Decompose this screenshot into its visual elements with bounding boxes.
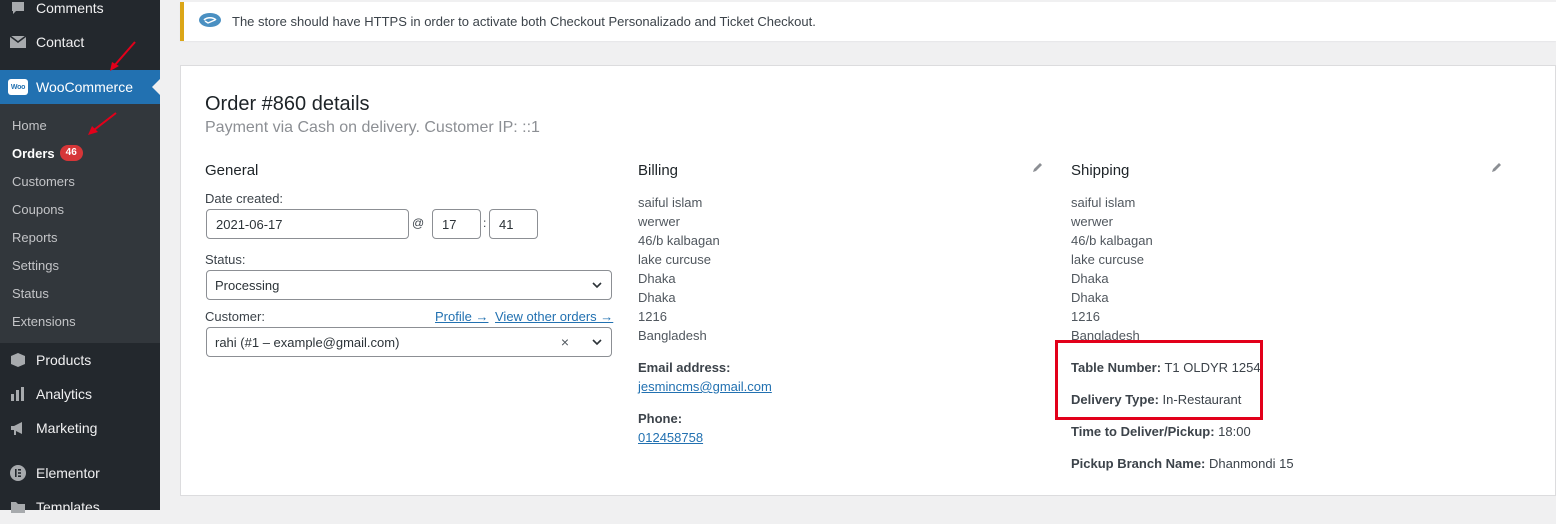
- phone-label: Phone:: [638, 411, 683, 426]
- customer-select[interactable]: rahi (#1 – example@gmail.com) ×: [206, 327, 612, 357]
- annotation-arrow-orders: [88, 112, 117, 135]
- folder-icon: [8, 497, 28, 517]
- menu-label: Contact: [36, 34, 85, 50]
- menu-label: WooCommerce: [36, 79, 133, 95]
- menu-marketing[interactable]: Marketing: [0, 411, 160, 445]
- submenu-coupons[interactable]: Coupons: [12, 198, 64, 220]
- submenu-settings[interactable]: Settings: [12, 254, 59, 276]
- submenu-orders[interactable]: Orders 46: [12, 142, 83, 164]
- status-select[interactable]: Processing: [206, 270, 612, 300]
- billing-address-line: 1216: [638, 309, 667, 324]
- menu-label: Marketing: [36, 420, 98, 436]
- delivery-time-field: Time to Deliver/Pickup: 18:00: [1071, 424, 1251, 439]
- billing-email-link[interactable]: jesmincms@gmail.com: [638, 379, 772, 394]
- time-colon: :: [483, 216, 487, 230]
- orders-count-badge: 46: [59, 145, 83, 161]
- submenu-reports[interactable]: Reports: [12, 226, 58, 248]
- hour-input[interactable]: [432, 209, 481, 239]
- view-other-orders-link[interactable]: View other orders →: [495, 309, 613, 324]
- customer-label: Customer:: [205, 309, 265, 324]
- payment-logo-icon: [198, 12, 222, 31]
- billing-address-line: 46/b kalbagan: [638, 233, 720, 248]
- submenu-status[interactable]: Status: [12, 282, 49, 304]
- shipping-address-line: Dhaka: [1071, 271, 1109, 286]
- https-notice: The store should have HTTPS in order to …: [180, 2, 1556, 41]
- minute-input[interactable]: [489, 209, 538, 239]
- status-value: Processing: [215, 277, 280, 293]
- billing-address-line: Dhaka: [638, 271, 676, 286]
- submenu-customers[interactable]: Customers: [12, 170, 75, 192]
- edit-billing-pencil-icon[interactable]: [1032, 161, 1044, 173]
- shipping-address-line: werwer: [1071, 214, 1113, 229]
- box-icon: [8, 350, 28, 370]
- billing-address-line: saiful islam: [638, 195, 703, 210]
- clear-customer-icon[interactable]: ×: [561, 334, 569, 350]
- menu-label: Analytics: [36, 386, 93, 402]
- billing-address-line: Dhaka: [638, 290, 676, 305]
- menu-analytics[interactable]: Analytics: [0, 377, 160, 411]
- submenu-extensions[interactable]: Extensions: [12, 310, 76, 332]
- chevron-down-icon: [592, 339, 602, 346]
- annotation-arrow-woocommerce: [110, 41, 136, 71]
- notice-text: The store should have HTTPS in order to …: [232, 14, 816, 29]
- shipping-address-line: lake curcuse: [1071, 252, 1144, 267]
- general-heading: General: [205, 162, 259, 179]
- menu-products[interactable]: Products: [0, 343, 160, 377]
- delivery-time-label: Time to Deliver/Pickup:: [1071, 424, 1215, 439]
- menu-comments[interactable]: Comments: [0, 0, 160, 25]
- bar-chart-icon: [8, 384, 28, 404]
- pickup-branch-value: Dhanmondi 15: [1209, 456, 1294, 471]
- shipping-address-line: Dhaka: [1071, 290, 1109, 305]
- menu-label: Elementor: [36, 465, 100, 481]
- menu-label: Products: [36, 352, 92, 368]
- profile-link[interactable]: Profile →: [435, 309, 488, 324]
- email-label: Email address:: [638, 360, 731, 375]
- delivery-time-value: 18:00: [1218, 424, 1251, 439]
- active-indicator: [152, 79, 160, 95]
- comment-icon: [8, 0, 28, 18]
- menu-label: Comments: [36, 0, 104, 16]
- shipping-address-line: saiful islam: [1071, 195, 1136, 210]
- status-label: Status:: [205, 252, 246, 267]
- annotation-highlight-box: [1055, 340, 1263, 420]
- billing-phone-link[interactable]: 012458758: [638, 430, 703, 445]
- mail-icon: [8, 32, 28, 52]
- billing-address-line: lake curcuse: [638, 252, 711, 267]
- pickup-branch-field: Pickup Branch Name: Dhanmondi 15: [1071, 456, 1294, 471]
- billing-heading: Billing: [638, 162, 679, 179]
- elementor-icon: [8, 463, 28, 483]
- shipping-heading: Shipping: [1071, 162, 1130, 179]
- order-subtitle: Payment via Cash on delivery. Customer I…: [205, 119, 540, 136]
- woocommerce-icon: Woo: [8, 77, 28, 97]
- menu-templates[interactable]: Templates: [0, 490, 160, 524]
- megaphone-icon: [8, 418, 28, 438]
- menu-elementor[interactable]: Elementor: [0, 456, 160, 490]
- page-title: Order #860 details: [205, 93, 370, 115]
- at-separator: @: [412, 216, 425, 230]
- shipping-address-line: 1216: [1071, 309, 1100, 324]
- edit-shipping-pencil-icon[interactable]: [1491, 161, 1503, 173]
- date-created-input[interactable]: [206, 209, 409, 239]
- order-data-panel: Order #860 details Payment via Cash on d…: [180, 65, 1556, 496]
- chevron-down-icon: [592, 282, 602, 289]
- woocommerce-submenu: Home Orders 46 Customers Coupons Reports…: [0, 104, 160, 343]
- menu-label: Templates: [36, 499, 100, 515]
- pickup-branch-label: Pickup Branch Name:: [1071, 456, 1206, 471]
- billing-address-line: Bangladesh: [638, 328, 707, 343]
- customer-value: rahi (#1 – example@gmail.com): [215, 334, 400, 350]
- billing-address-line: werwer: [638, 214, 680, 229]
- shipping-address-line: 46/b kalbagan: [1071, 233, 1153, 248]
- date-created-label: Date created:: [205, 191, 284, 206]
- submenu-home[interactable]: Home: [12, 114, 47, 136]
